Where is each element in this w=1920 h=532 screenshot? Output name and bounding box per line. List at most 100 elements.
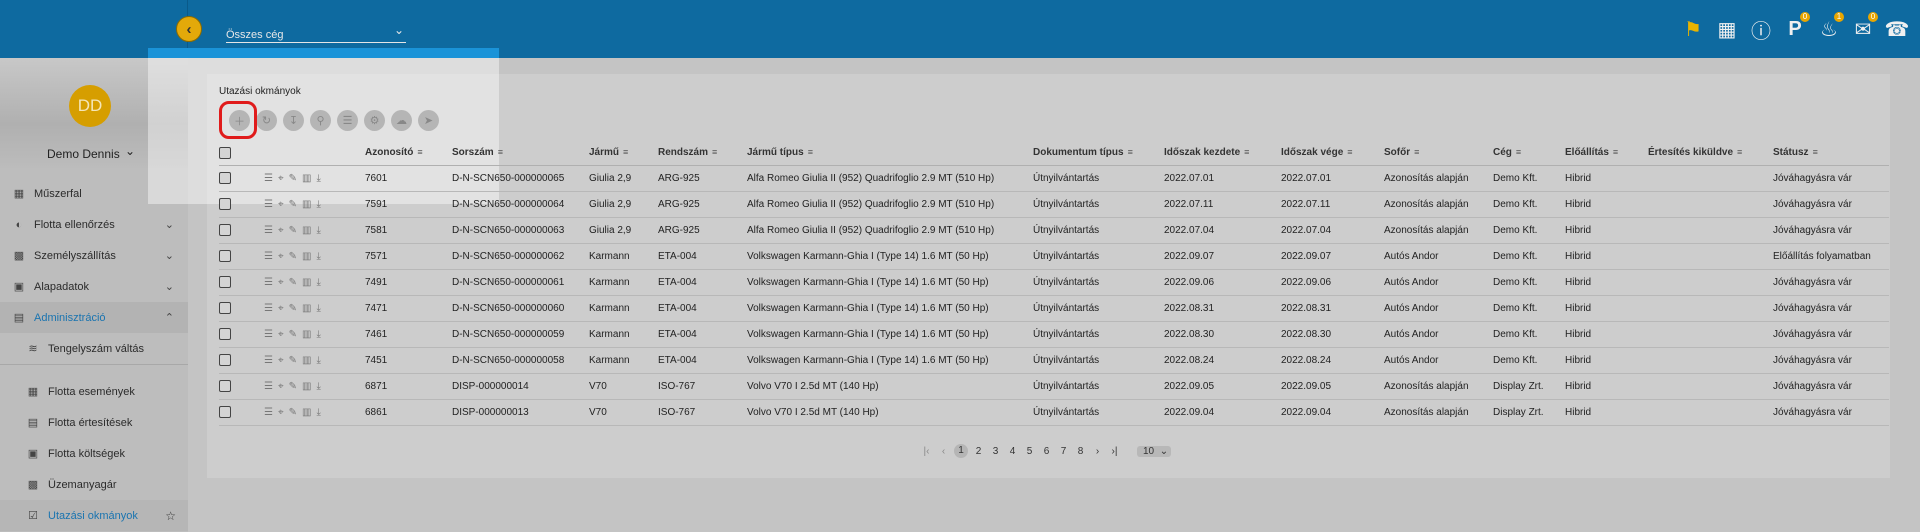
download-icon[interactable]: ⤓ (316, 407, 320, 418)
row-checkbox[interactable] (219, 302, 231, 314)
page-2-button[interactable]: 2 (970, 446, 987, 457)
last-page-icon[interactable]: ›| (1106, 446, 1123, 457)
star-icon[interactable]: ☆ (165, 509, 176, 523)
sort-icon[interactable]: ≡ (1347, 147, 1357, 157)
first-page-icon[interactable]: |‹ (918, 446, 935, 457)
sort-icon[interactable]: ≡ (417, 147, 427, 157)
car-icon[interactable]: ☰ (264, 329, 273, 340)
car-icon[interactable]: ☰ (264, 381, 273, 392)
page-5-button[interactable]: 5 (1021, 446, 1038, 457)
row-checkbox[interactable] (219, 224, 231, 236)
delete-icon[interactable]: ▥ (302, 173, 311, 184)
search-button[interactable]: ⚲ (310, 110, 331, 131)
sort-icon[interactable]: ≡ (1414, 147, 1424, 157)
column-header-rendszam[interactable]: Rendszám ≡ (658, 141, 747, 166)
column-header-idoszak-vege[interactable]: Időszak vége ≡ (1281, 141, 1384, 166)
locate-icon[interactable]: ⌖ (278, 355, 284, 366)
sort-icon[interactable]: ≡ (623, 147, 633, 157)
next-page-icon[interactable]: › (1089, 446, 1106, 457)
tag-icon[interactable]: ⚑ (1680, 16, 1706, 42)
sidebar-item-flotta-koltsegek[interactable]: ▣ Flotta költségek (0, 438, 188, 469)
page-4-button[interactable]: 4 (1004, 446, 1021, 457)
column-header-idoszak-kezdete[interactable]: Időszak kezdete ≡ (1164, 141, 1281, 166)
sidebar-item-tengelyszam-valtas[interactable]: ≋ Tengelyszám váltás (0, 333, 188, 364)
car-icon[interactable]: ☰ (264, 225, 273, 236)
sort-icon[interactable]: ≡ (1737, 147, 1747, 157)
cloud-upload-button[interactable]: ☁ (391, 110, 412, 131)
table-row[interactable]: ☰ ⌖ ✎ ▥ ⤓ 7571 D-N-SCN650-000000062 Karmann ETA-… (219, 243, 1889, 270)
download-icon[interactable]: ⤓ (316, 225, 320, 236)
locate-icon[interactable]: ⌖ (278, 303, 284, 314)
download-icon[interactable]: ⤓ (316, 381, 320, 392)
delete-icon[interactable]: ▥ (302, 303, 311, 314)
parking-icon[interactable]: P0 (1782, 12, 1810, 42)
prev-page-icon[interactable]: ‹ (935, 446, 952, 457)
delete-icon[interactable]: ▥ (302, 225, 311, 236)
company-select[interactable]: Összes cég ⌄ (226, 23, 406, 43)
car-icon[interactable]: ☰ (264, 303, 273, 314)
page-1-button[interactable]: 1 (954, 444, 968, 458)
user-name[interactable]: Demo Dennis (47, 147, 120, 161)
row-checkbox[interactable] (219, 172, 231, 184)
download-icon[interactable]: ⤓ (316, 251, 320, 262)
edit-icon[interactable]: ✎ (289, 303, 297, 314)
locate-icon[interactable]: ⌖ (278, 381, 284, 392)
row-checkbox[interactable] (219, 406, 231, 418)
car-icon[interactable]: ☰ (264, 407, 273, 418)
row-checkbox[interactable] (219, 380, 231, 392)
sidebar-item-alapadatok[interactable]: ▣ Alapadatok ⌄ (0, 271, 188, 302)
page-6-button[interactable]: 6 (1038, 446, 1055, 457)
download-icon[interactable]: ⤓ (316, 277, 320, 288)
edit-icon[interactable]: ✎ (289, 251, 297, 262)
sidebar-item-flotta-esemenyek[interactable]: ▦ Flotta események (0, 376, 188, 407)
row-checkbox[interactable] (219, 328, 231, 340)
download-icon[interactable]: ⤓ (316, 329, 320, 340)
sort-icon[interactable]: ≡ (1128, 147, 1138, 157)
dashboard-icon[interactable]: ▦ (1714, 16, 1740, 42)
delete-icon[interactable]: ▥ (302, 199, 311, 210)
sort-icon[interactable]: ≡ (498, 147, 508, 157)
send-button[interactable]: ➤ (418, 110, 439, 131)
download-icon[interactable]: ⤓ (316, 355, 320, 366)
column-header-azonosito[interactable]: Azonosító ≡ (365, 141, 452, 166)
column-header-ceg[interactable]: Cég ≡ (1493, 141, 1565, 166)
delete-icon[interactable]: ▥ (302, 277, 311, 288)
table-row[interactable]: ☰ ⌖ ✎ ▥ ⤓ 7461 D-N-SCN650-000000059 Karmann ETA-… (219, 321, 1889, 348)
bell-icon[interactable]: ♨ 1 (1816, 12, 1844, 42)
avatar[interactable]: DD (69, 85, 111, 127)
car-icon[interactable]: ☰ (264, 355, 273, 366)
column-header-sofor[interactable]: Sofőr ≡ (1384, 141, 1493, 166)
column-header-jarmu-tipus[interactable]: Jármű típus ≡ (747, 141, 1033, 166)
car-icon[interactable]: ☰ (264, 199, 273, 210)
column-header-eloallitas[interactable]: Előállítás ≡ (1565, 141, 1648, 166)
column-header-dokumentum-tipus[interactable]: Dokumentum típus ≡ (1033, 141, 1164, 166)
sort-icon[interactable]: ≡ (1244, 147, 1254, 157)
sort-icon[interactable]: ≡ (1516, 147, 1526, 157)
locate-icon[interactable]: ⌖ (278, 329, 284, 340)
row-checkbox[interactable] (219, 354, 231, 366)
chat-icon[interactable]: ✉ 0 (1850, 12, 1878, 42)
edit-icon[interactable]: ✎ (289, 355, 297, 366)
page-size-select[interactable]: 10 ⌄ (1137, 445, 1172, 457)
car-icon[interactable]: ☰ (264, 277, 273, 288)
page-3-button[interactable]: 3 (987, 446, 1004, 457)
column-header-ertesites-kikuldve[interactable]: Értesítés kiküldve ≡ (1648, 141, 1773, 166)
download-icon[interactable]: ⤓ (316, 303, 320, 314)
delete-icon[interactable]: ▥ (302, 381, 311, 392)
download-icon[interactable]: ⤓ (316, 173, 320, 184)
sort-icon[interactable]: ≡ (1613, 147, 1623, 157)
delete-icon[interactable]: ▥ (302, 407, 311, 418)
sidebar-item-uzemanyagar[interactable]: ▩ Üzemanyagár (0, 469, 188, 500)
edit-icon[interactable]: ✎ (289, 199, 297, 210)
headset-icon[interactable]: ☎ (1884, 16, 1910, 42)
edit-icon[interactable]: ✎ (289, 225, 297, 236)
edit-icon[interactable]: ✎ (289, 173, 297, 184)
sidebar-item-adminisztracio[interactable]: ▤ Adminisztráció ⌃ (0, 302, 188, 333)
edit-icon[interactable]: ✎ (289, 381, 297, 392)
table-row[interactable]: ☰ ⌖ ✎ ▥ ⤓ 7451 D-N-SCN650-000000058 Karmann ETA-… (219, 347, 1889, 374)
car-icon[interactable]: ☰ (264, 251, 273, 262)
column-header-sorszam[interactable]: Sorszám ≡ (452, 141, 589, 166)
download-button[interactable]: ↧ (283, 110, 304, 131)
locate-icon[interactable]: ⌖ (278, 173, 284, 184)
refresh-button[interactable]: ↻ (256, 110, 277, 131)
